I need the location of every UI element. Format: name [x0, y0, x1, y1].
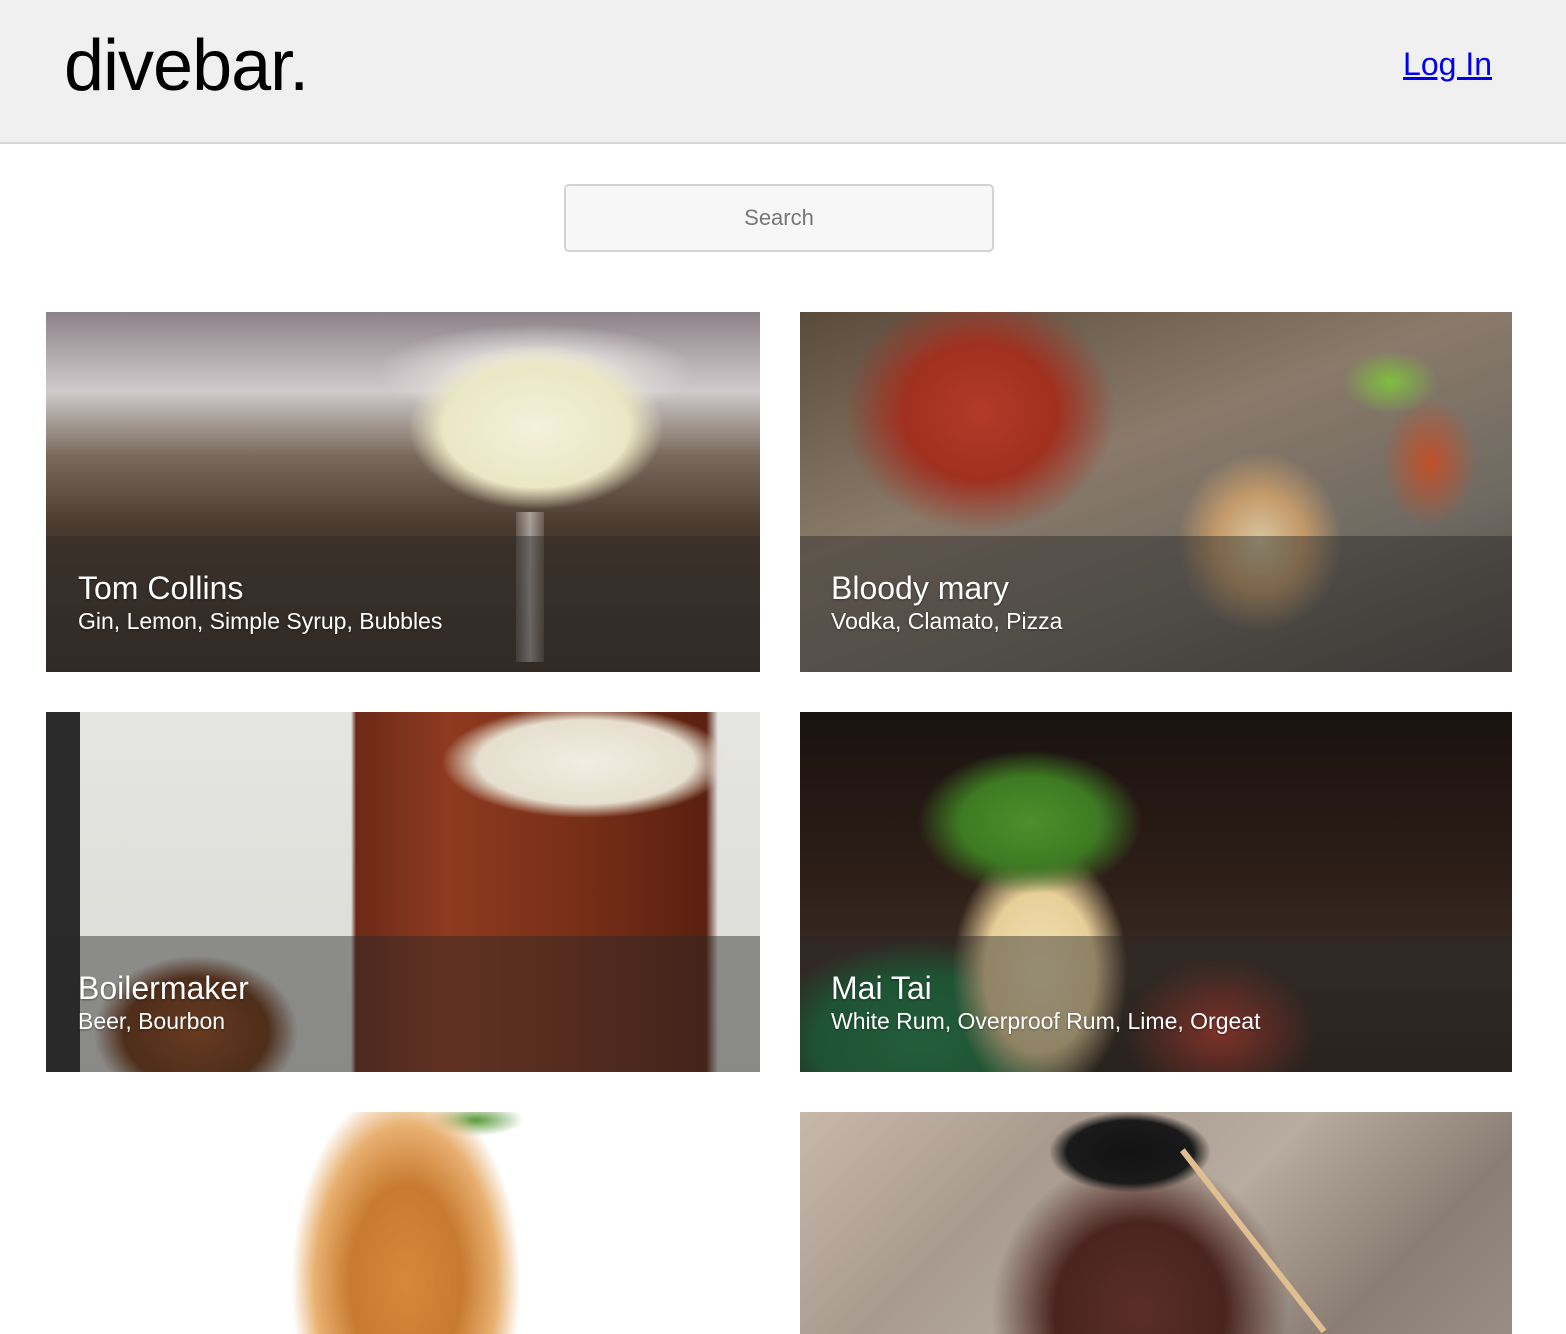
drink-ingredients: Vodka, Clamato, Pizza [831, 608, 1063, 634]
drink-photo [46, 1112, 760, 1334]
login-link[interactable]: Log In [1403, 46, 1492, 83]
drink-card-boilermaker[interactable]: Boilermaker Beer, Bourbon [46, 712, 760, 1072]
drink-title: Tom Collins [78, 570, 244, 606]
site-header: divebar. Log In [0, 0, 1566, 144]
drink-photo [800, 1112, 1512, 1334]
drink-title: Boilermaker [78, 970, 249, 1006]
drink-ingredients: Beer, Bourbon [78, 1008, 226, 1034]
drink-card-partial-right[interactable] [800, 1112, 1512, 1334]
drink-card-tom-collins[interactable]: Tom Collins Gin, Lemon, Simple Syrup, Bu… [46, 312, 760, 672]
cocktail-pick [1180, 1148, 1327, 1334]
drink-card-partial-left[interactable] [46, 1112, 760, 1334]
drink-card-mai-tai[interactable]: Mai Tai White Rum, Overproof Rum, Lime, … [800, 712, 1512, 1072]
drink-title: Mai Tai [831, 970, 932, 1006]
drink-ingredients: White Rum, Overproof Rum, Lime, Orgeat [831, 1008, 1261, 1034]
drink-title: Bloody mary [831, 570, 1009, 606]
site-logo[interactable]: divebar. [64, 26, 309, 106]
drink-card-bloody-mary[interactable]: Bloody mary Vodka, Clamato, Pizza [800, 312, 1512, 672]
search-input[interactable] [564, 184, 994, 252]
search-bar [564, 184, 994, 252]
drink-ingredients: Gin, Lemon, Simple Syrup, Bubbles [78, 608, 443, 634]
